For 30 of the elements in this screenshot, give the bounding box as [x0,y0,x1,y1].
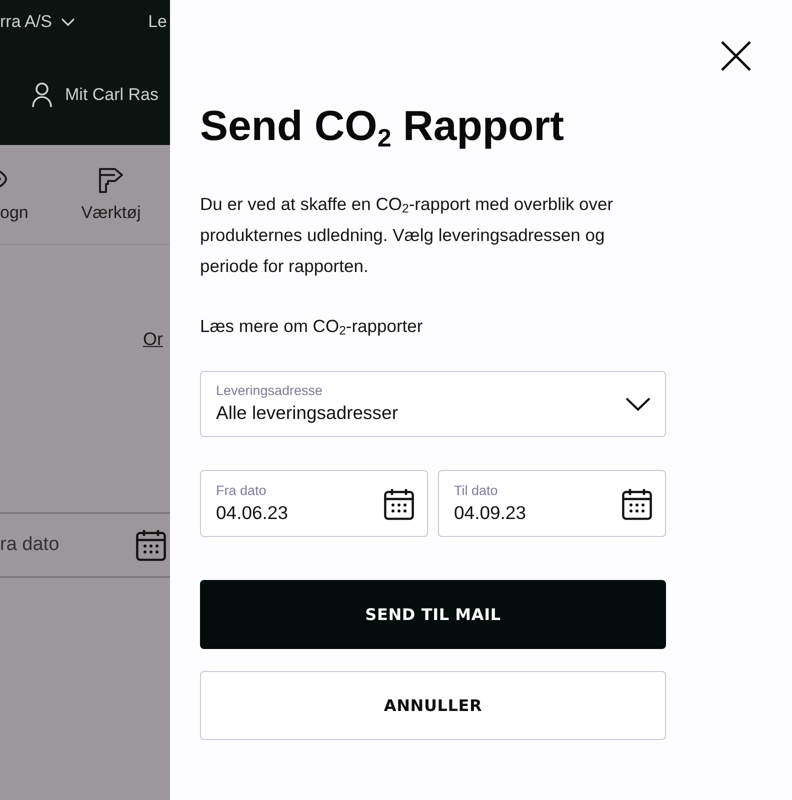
person-icon [32,82,52,108]
dialog-description: Du er ved at skaffe en CO$_{2}$-rapport med overblik over produkternes udledning. Vælg leveringsadressen og periode for rapporten. [200,193,614,278]
field-label: Fra dato [216,482,268,500]
dialog-title: Send CO$_{2}$ Rapport [200,101,564,151]
category-label[interactable]: Værktøj [81,203,141,223]
header-link[interactable]: Le [148,12,167,32]
field-value: Alle leveringsadresser [216,401,398,425]
date-field[interactable]: Fra dato 04.06.23 [200,470,428,537]
close-button[interactable] [721,41,751,71]
calendar-icon[interactable] [136,529,166,561]
chevron-down-icon [625,397,651,411]
cancel-button[interactable]: ANNULLER [200,671,666,740]
field-label: Leveringsadresse [216,382,324,400]
calendar-icon[interactable] [384,488,414,520]
drill-icon[interactable] [98,167,124,193]
page-link[interactable]: Or [143,329,163,350]
info-link[interactable]: Læs mere om CO$_{2}$-rapporter [200,311,423,342]
field-label: Til dato [454,482,499,500]
field-value: 04.09.23 [454,500,526,524]
field-value: 04.06.23 [216,500,288,524]
category-label[interactable]: ogn [0,203,28,223]
address-select[interactable]: Leveringsadresse Alle leveringsadresser [200,371,666,437]
calendar-icon[interactable] [622,488,652,520]
date-field[interactable]: Til dato 04.09.23 [438,470,666,537]
send-button[interactable]: SEND TIL MAIL [200,580,666,649]
company-selector[interactable]: rra A/S [0,12,52,32]
account-link[interactable]: Mit Carl Ras [65,85,159,105]
close-icon [721,41,751,71]
chevron-down-icon [60,18,75,26]
field-placeholder: ra dato [0,534,60,556]
